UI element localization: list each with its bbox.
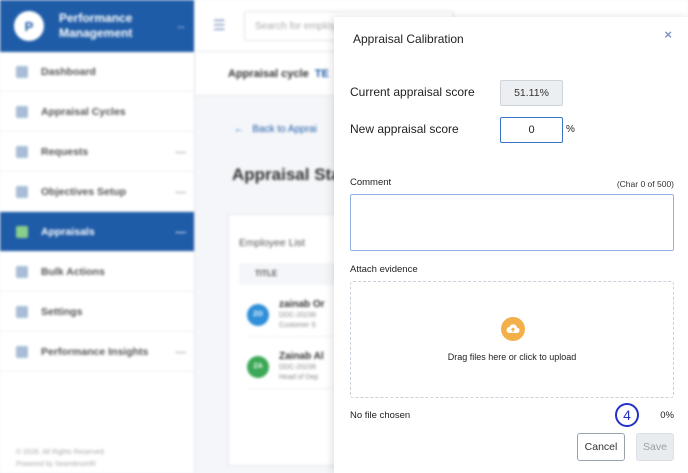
sidebar-item-label: Settings (41, 305, 83, 318)
back-link-label: Back to Apprai (252, 124, 317, 135)
new-score-input[interactable] (500, 117, 563, 143)
chevron-down-icon: — (175, 225, 187, 238)
no-file-chosen-text: No file chosen (350, 410, 411, 421)
cycle-value[interactable]: TE (315, 68, 329, 80)
current-score-label: Current appraisal score (350, 85, 475, 99)
brand-logo: P (14, 11, 44, 41)
chevron-down-icon: — (175, 185, 187, 198)
sidebar-item-requests[interactable]: Requests — (0, 132, 194, 172)
powered-by-text: Powered by SeamlessHR (16, 461, 96, 468)
copyright-text: © 2026. All Rights Reserved. (16, 449, 106, 456)
comment-textarea[interactable] (350, 194, 674, 251)
step-number-badge: 4 (615, 403, 639, 427)
employee-name: Zainab Al (279, 350, 324, 362)
attach-evidence-label: Attach evidence (350, 264, 418, 275)
sidebar-item-label: Objectives Setup (41, 185, 127, 198)
brand-title: Performance Management (59, 11, 133, 40)
employee-role: Customer S (279, 321, 316, 329)
sidebar-item-label: Bulk Actions (41, 265, 105, 278)
dropzone-text: Drag files here or click to upload (447, 352, 577, 362)
sidebar-item-objectives-setup[interactable]: Objectives Setup — (0, 172, 194, 212)
sidebar-item-bulk-actions[interactable]: Bulk Actions (0, 252, 194, 292)
employee-code: DDC-20236 (279, 311, 316, 319)
employee-name: zainab Or (279, 298, 325, 310)
sidebar-footer: © 2026. All Rights Reserved. Powered by … (16, 447, 106, 471)
employee-role: Head of Dep (279, 373, 319, 381)
sidebar-item-dashboard[interactable]: Dashboard (0, 52, 194, 92)
cycle-icon (16, 105, 28, 118)
sidebar: P Performance Management ↔ Dashboard App… (0, 0, 195, 473)
sidebar-item-label: Appraisals (41, 225, 95, 238)
upload-progress-percent: 0% (660, 410, 674, 421)
sidebar-item-label: Requests (41, 145, 89, 158)
save-button[interactable]: Save (636, 433, 674, 461)
sidebar-item-label: Performance Insights (41, 345, 149, 358)
sidebar-item-label: Appraisal Cycles (41, 105, 126, 118)
char-counter: (Char 0 of 500) (616, 179, 674, 189)
target-icon (16, 185, 28, 198)
percent-sign: % (566, 124, 575, 135)
cloud-upload-icon (501, 317, 525, 341)
chart-icon (16, 345, 28, 358)
avatar: ZA (247, 355, 269, 378)
list-icon (16, 145, 28, 158)
chevron-down-icon: — (175, 145, 187, 158)
collapse-sidebar-icon[interactable]: ↔ (176, 21, 186, 32)
employee-code: DDC-20236 (279, 363, 316, 371)
avatar: ZO (247, 303, 269, 326)
close-icon[interactable]: × (664, 27, 672, 42)
brand-header: P Performance Management ↔ (0, 0, 194, 52)
comment-label: Comment (350, 177, 392, 188)
sidebar-item-appraisal-cycles[interactable]: Appraisal Cycles (0, 92, 194, 132)
sidebar-item-appraisals[interactable]: Appraisals — (0, 212, 194, 252)
arrow-left-icon: ← (234, 124, 244, 135)
current-score-value: 51.11% (500, 80, 563, 106)
sidebar-item-performance-insights[interactable]: Performance Insights — (0, 332, 194, 372)
gear-icon (16, 305, 28, 318)
menu-icon[interactable]: ☰ (213, 17, 227, 34)
modal-title: Appraisal Calibration (353, 32, 464, 46)
file-dropzone[interactable]: Drag files here or click to upload (350, 281, 674, 398)
cancel-button[interactable]: Cancel (577, 433, 625, 461)
chevron-down-icon: — (175, 345, 187, 358)
dashboard-icon (16, 65, 28, 78)
appraisal-calibration-modal: Appraisal Calibration × Current appraisa… (334, 17, 688, 473)
app-root: P Performance Management ↔ Dashboard App… (0, 0, 688, 473)
bulk-icon (16, 265, 28, 278)
sidebar-item-settings[interactable]: Settings (0, 292, 194, 332)
document-icon (16, 225, 28, 238)
new-score-label: New appraisal score (350, 122, 459, 136)
cycle-label: Appraisal cycle (228, 67, 309, 80)
sidebar-item-label: Dashboard (41, 65, 96, 78)
